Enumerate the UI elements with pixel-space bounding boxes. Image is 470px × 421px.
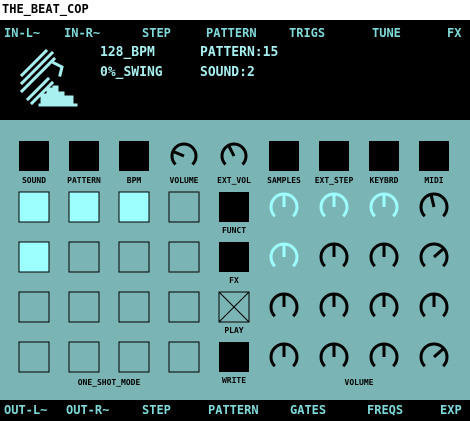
control-panel: SOUND PATTERN BPM VOLUME EXT_VOL SAMPLES EXT_S… bbox=[0, 120, 470, 400]
port-out-l[interactable]: OUT-L~ bbox=[4, 403, 47, 417]
step-pad[interactable] bbox=[68, 341, 100, 373]
panel-graphics: SOUND PATTERN BPM VOLUME EXT_VOL SAMPLES EXT_S… bbox=[18, 141, 449, 387]
caption-funct: FUNCT bbox=[222, 226, 246, 235]
volume-label: VOLUME bbox=[345, 378, 374, 387]
volume-knob[interactable] bbox=[319, 292, 349, 318]
caption-ext-vol: EXT_VOL bbox=[217, 176, 251, 185]
step-pad[interactable] bbox=[68, 291, 100, 323]
knob-ext-vol[interactable] bbox=[220, 142, 248, 166]
step-pad[interactable] bbox=[118, 341, 150, 373]
caption-midi: MIDI bbox=[424, 176, 443, 185]
pattern-readout: PATTERN:15 bbox=[200, 45, 279, 60]
control-button-samples[interactable] bbox=[269, 141, 299, 171]
fx-button[interactable] bbox=[219, 242, 249, 272]
volume-knob[interactable] bbox=[269, 342, 299, 368]
volume-knob[interactable] bbox=[269, 192, 299, 218]
volume-knob[interactable] bbox=[369, 242, 399, 268]
caption-write: WRITE bbox=[222, 376, 246, 385]
caption-samples: SAMPLES bbox=[267, 176, 301, 185]
step-pad[interactable] bbox=[18, 241, 50, 273]
volume-knob[interactable] bbox=[269, 292, 299, 318]
step-pad[interactable] bbox=[18, 291, 50, 323]
sound-readout: SOUND:2 bbox=[200, 65, 255, 80]
window-title: THE_BEAT_COP bbox=[2, 2, 89, 16]
volume-knob[interactable] bbox=[419, 342, 449, 368]
step-pad[interactable] bbox=[168, 241, 200, 273]
knob-volume[interactable] bbox=[170, 142, 198, 166]
volume-knob[interactable] bbox=[369, 342, 399, 368]
control-button-midi[interactable] bbox=[419, 141, 449, 171]
step-pad[interactable] bbox=[118, 241, 150, 273]
control-button-pattern[interactable] bbox=[69, 141, 99, 171]
caption-keybrd: KEYBRD bbox=[370, 176, 399, 185]
knob-pointer bbox=[226, 143, 236, 157]
control-button-bpm[interactable] bbox=[119, 141, 149, 171]
port-pattern-out[interactable]: PATTERN bbox=[208, 403, 259, 417]
control-button-keybrd[interactable] bbox=[369, 141, 399, 171]
port-freqs[interactable]: FREQS bbox=[367, 403, 403, 417]
port-gates[interactable]: GATES bbox=[290, 403, 326, 417]
volume-knob[interactable] bbox=[419, 242, 449, 268]
port-fx[interactable]: FX bbox=[447, 26, 461, 40]
step-pad[interactable] bbox=[168, 191, 200, 223]
title-bar: THE_BEAT_COP bbox=[0, 0, 470, 21]
port-pattern[interactable]: PATTERN bbox=[206, 26, 257, 40]
knob-ring bbox=[170, 142, 198, 166]
volume-knob[interactable] bbox=[319, 192, 349, 218]
caption-sound: SOUND bbox=[22, 176, 46, 185]
volume-knob[interactable] bbox=[269, 242, 299, 268]
step-pad[interactable] bbox=[118, 291, 150, 323]
swing-readout: 0%_SWING bbox=[100, 65, 163, 80]
caption-fx: FX bbox=[229, 276, 239, 285]
bpm-readout: 128_BPM bbox=[100, 45, 155, 60]
port-out-r[interactable]: OUT-R~ bbox=[66, 403, 109, 417]
caption-ext-step: EXT_STEP bbox=[315, 176, 354, 185]
step-pad[interactable] bbox=[18, 191, 50, 223]
volume-knob[interactable] bbox=[419, 192, 449, 218]
port-tune[interactable]: TUNE bbox=[372, 26, 401, 40]
step-pad[interactable] bbox=[168, 341, 200, 373]
top-ports-bar: IN-L~ IN-R~ STEP PATTERN TRIGS TUNE FX bbox=[0, 20, 470, 47]
step-pad[interactable] bbox=[68, 191, 100, 223]
step-pad[interactable] bbox=[18, 341, 50, 373]
step-pad[interactable] bbox=[68, 241, 100, 273]
caption-volume: VOLUME bbox=[170, 176, 199, 185]
volume-knob[interactable] bbox=[319, 242, 349, 268]
knob-pointer bbox=[171, 149, 185, 158]
bottom-ports-bar: OUT-L~ OUT-R~ STEP PATTERN GATES FREQS E… bbox=[0, 400, 470, 421]
knob-pointer bbox=[433, 246, 446, 259]
funct-button[interactable] bbox=[219, 192, 249, 222]
volume-knob[interactable] bbox=[319, 342, 349, 368]
volume-knob[interactable] bbox=[369, 292, 399, 318]
caption-bpm: BPM bbox=[127, 176, 142, 185]
port-trigs[interactable]: TRIGS bbox=[289, 26, 325, 40]
step-pad[interactable] bbox=[168, 291, 200, 323]
port-exp[interactable]: EXP bbox=[440, 403, 462, 417]
control-button-sound[interactable] bbox=[19, 141, 49, 171]
port-step[interactable]: STEP bbox=[142, 26, 171, 40]
volume-knob[interactable] bbox=[369, 192, 399, 218]
beat-cop-logo-icon bbox=[19, 49, 78, 107]
control-button-ext-step[interactable] bbox=[319, 141, 349, 171]
port-in-l[interactable]: IN-L~ bbox=[4, 26, 40, 40]
volume-knob[interactable] bbox=[419, 292, 449, 318]
one-shot-mode-label: ONE_SHOT_MODE bbox=[78, 378, 141, 387]
caption-pattern: PATTERN bbox=[67, 176, 101, 185]
port-in-r[interactable]: IN-R~ bbox=[64, 26, 100, 40]
port-step-out[interactable]: STEP bbox=[142, 403, 171, 417]
write-button[interactable] bbox=[219, 342, 249, 372]
step-pad[interactable] bbox=[118, 191, 150, 223]
app-window: THE_BEAT_COP IN-L~ IN-R~ STEP PATTERN TR… bbox=[0, 0, 470, 421]
caption-play: PLAY bbox=[224, 326, 243, 335]
knob-pointer bbox=[433, 346, 446, 359]
status-header: 128_BPM 0%_SWING PATTERN:15 SOUND:2 bbox=[0, 45, 470, 120]
